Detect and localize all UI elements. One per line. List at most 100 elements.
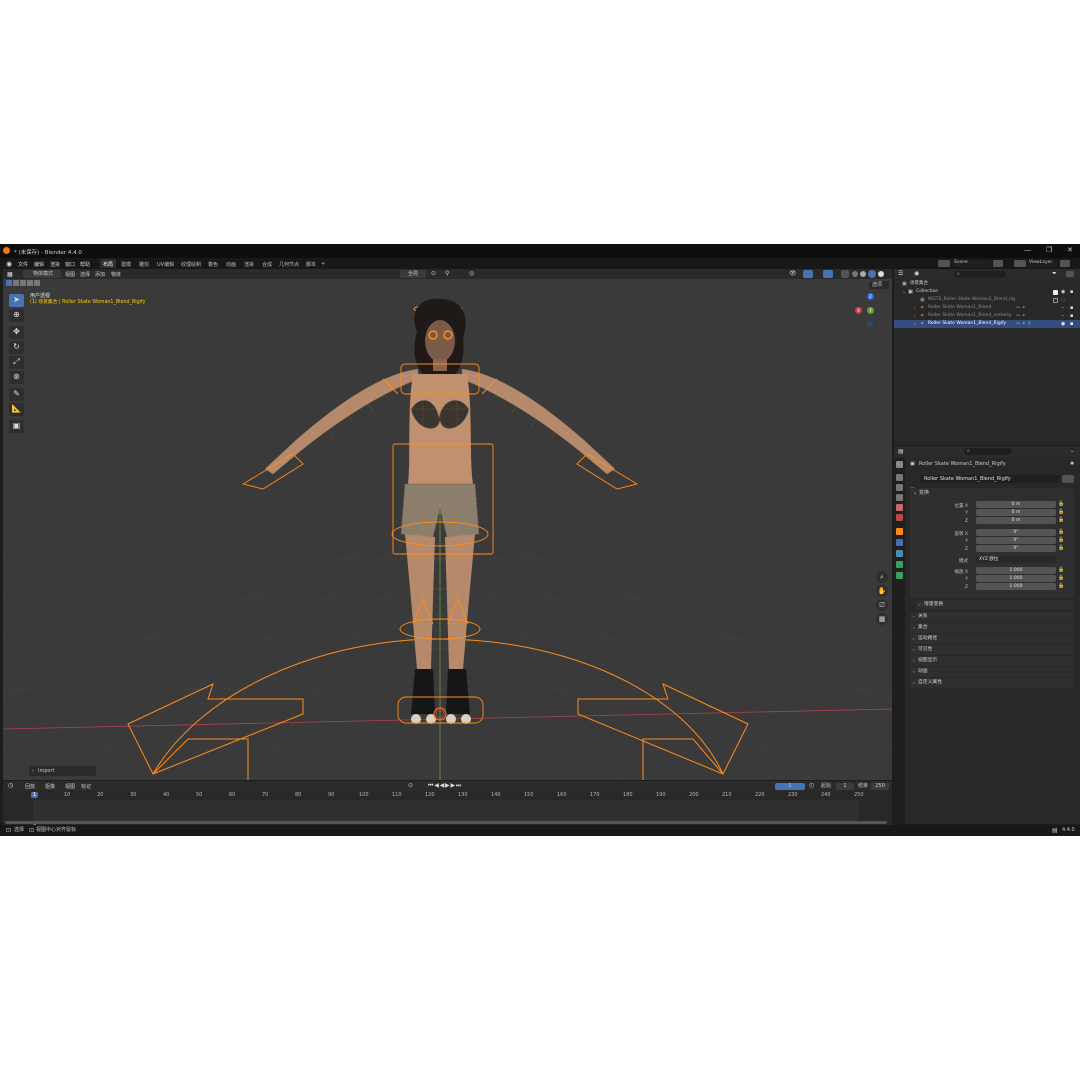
current-frame-field[interactable]: 1 [775, 782, 805, 790]
lock-icon[interactable]: 🔓 [1058, 501, 1064, 507]
tab-compositing[interactable]: 合成 [259, 259, 275, 268]
armature-data-tab-icon[interactable] [896, 561, 903, 568]
tab-geometry-nodes[interactable]: 几何节点 [276, 259, 302, 268]
menu-marker[interactable]: 标记 [81, 783, 91, 790]
end-frame-field[interactable]: 250 [871, 782, 889, 790]
playback-controls[interactable]: ⏮◀◀▶▶⏭ [428, 782, 462, 790]
y-axis-icon[interactable]: Y [867, 307, 874, 314]
collections-panel[interactable]: › 集合 [910, 623, 1074, 633]
outliner-row-rigify[interactable]: › ✶ Roller Skate Woman1_Blend_Rigify ⚯ ✶… [894, 320, 1080, 328]
tab-uv-editing[interactable]: UV编辑 [154, 259, 177, 268]
camera-icon[interactable]: ▪ [1070, 304, 1073, 312]
menu-timeline-view[interactable]: 视图 [65, 783, 75, 790]
object-options-button[interactable] [1062, 475, 1074, 483]
scene-icon[interactable] [938, 260, 950, 267]
tab-rendering[interactable]: 渲染 [241, 259, 257, 268]
camera-icon[interactable]: ▪ [1070, 312, 1073, 320]
lock-icon[interactable]: 🔓 [1058, 517, 1064, 523]
close-button[interactable]: ✕ [1067, 247, 1073, 254]
cursor-tool-button[interactable]: ⊕ [9, 309, 24, 322]
outliner-row-metarig[interactable]: › ✶ Roller Skate Woman1_Blend_metarig ⚯ … [894, 312, 1080, 320]
transform-panel-title[interactable]: 变换 [919, 491, 929, 496]
view-layer-tab-icon[interactable] [896, 494, 903, 501]
x-axis-icon[interactable]: X [855, 307, 862, 314]
filter-icon[interactable]: ⏷ [1052, 270, 1057, 278]
zoom-icon[interactable]: ⌕ [876, 571, 888, 583]
lock-icon[interactable]: 🔓 [1058, 529, 1064, 535]
lock-icon[interactable]: 🔓 [1058, 575, 1064, 581]
outliner-row-collection[interactable]: ⌄ ▣ Collection ◉ ▪ [894, 288, 1080, 296]
scale-tool-button[interactable]: ⤢ [9, 356, 24, 369]
chevron-right-icon[interactable]: › [914, 320, 916, 328]
select-tool-button[interactable]: ➤ [9, 294, 24, 307]
new-collection-button[interactable] [1066, 271, 1074, 277]
blender-menu-icon[interactable]: ◉ [6, 260, 12, 268]
add-workspace-button[interactable]: + [318, 259, 328, 268]
menu-file[interactable]: 文件 [18, 261, 28, 268]
camera-view-icon[interactable]: ⎚ [876, 599, 888, 611]
exclude-checkbox[interactable] [1053, 298, 1058, 303]
timeline-scrollbar[interactable] [5, 821, 887, 824]
rotation-y-field[interactable]: 0° [976, 537, 1056, 544]
scene-copy-button[interactable] [993, 260, 1003, 267]
scale-z-field[interactable]: 1.000 [976, 583, 1056, 590]
pan-hand-icon[interactable]: ✋ [876, 585, 888, 597]
object-tab-icon[interactable] [896, 528, 903, 535]
menu-edit[interactable]: 编辑 [34, 261, 44, 268]
outliner-row-scene-collection[interactable]: ▣ 场景集合 [894, 280, 1080, 288]
z-axis-icon[interactable]: Z [867, 293, 874, 300]
display-mode-icon[interactable]: ◉ [914, 270, 919, 277]
neg-z-axis-icon[interactable] [867, 321, 873, 327]
physics-tab-icon[interactable] [896, 550, 903, 557]
maximize-button[interactable]: ❐ [1046, 247, 1052, 254]
eye-closed-icon[interactable]: ⌣ [1061, 304, 1064, 312]
render-tab-icon[interactable] [896, 474, 903, 481]
camera-icon[interactable]: ▪ [1070, 288, 1073, 296]
last-operator-panel[interactable]: › Import [29, 766, 96, 776]
rotate-tool-button[interactable]: ↻ [9, 341, 24, 354]
measure-tool-button[interactable]: 📐 [9, 403, 24, 416]
tab-shading[interactable]: 着色 [205, 259, 221, 268]
lock-icon[interactable]: 🔓 [1058, 583, 1064, 589]
camera-icon[interactable]: ▪ [1070, 320, 1073, 328]
animation-panel[interactable]: › 动画 [910, 667, 1074, 677]
start-frame-field[interactable]: 1 [836, 782, 854, 790]
menu-render[interactable]: 渲染 [50, 261, 60, 268]
scale-x-field[interactable]: 1.000 [976, 567, 1056, 574]
eye-closed-icon[interactable]: ⌣ [1061, 312, 1064, 320]
add-cube-tool-button[interactable]: ▣ [9, 420, 24, 433]
rotation-z-field[interactable]: 0° [976, 545, 1056, 552]
eye-icon[interactable]: ◉ [1061, 320, 1065, 328]
properties-search-input[interactable]: ⌕ [964, 448, 1012, 455]
bone-tab-icon[interactable] [896, 572, 903, 579]
playhead-frame[interactable]: 1 [31, 792, 39, 798]
tab-scripting[interactable]: 脚本 [303, 259, 319, 268]
properties-type-icon[interactable]: ▤ [898, 448, 904, 455]
relations-panel[interactable]: › 关系 [910, 612, 1074, 622]
delta-transform-subpanel[interactable]: › 增量变换 [916, 600, 1074, 610]
rotation-mode-dropdown[interactable]: XYZ 欧拉 [976, 556, 1056, 563]
pin-icon[interactable]: ✱ [1070, 461, 1074, 467]
move-tool-button[interactable]: ✥ [9, 326, 24, 339]
tab-layout[interactable]: 布局 [100, 259, 117, 268]
lock-icon[interactable]: 🔓 [1058, 509, 1064, 515]
view-layer-selector[interactable]: ViewLayer [1027, 260, 1057, 267]
scene-selector[interactable]: Scene [951, 260, 991, 267]
chevron-down-icon[interactable]: ⌄ [913, 491, 917, 496]
lock-icon[interactable]: 🔓 [1058, 567, 1064, 573]
chevron-down-icon[interactable]: ⌄ [1070, 448, 1074, 454]
frame-range-area[interactable] [33, 800, 859, 822]
outliner-type-icon[interactable]: ☰ [898, 270, 903, 277]
outliner-search-input[interactable]: ⌕ [954, 270, 1006, 278]
3d-viewport[interactable]: ▦ 物体模式 视图 选择 添加 物体 全局 ⊙ ⚲ ◎ 👁 用户透视 (1) 场… [3, 269, 892, 780]
location-x-field[interactable]: 0 m [976, 501, 1056, 508]
location-z-field[interactable]: 0 m [976, 517, 1056, 524]
outliner-row-blend[interactable]: › ✶ Roller Skate Woman1_Blend ⚯ ✶ ⌣ ▪ [894, 304, 1080, 312]
eye-icon[interactable]: ◌ [1061, 296, 1065, 304]
motion-paths-panel[interactable]: › 运动路径 [910, 634, 1074, 644]
view-layer-copy-button[interactable] [1060, 260, 1070, 267]
rotation-x-field[interactable]: 0° [976, 529, 1056, 536]
transform-tool-button[interactable]: ⊛ [9, 371, 24, 384]
menu-window[interactable]: 窗口 [65, 261, 75, 268]
viewport-display-panel[interactable]: › 视图显示 [910, 656, 1074, 666]
